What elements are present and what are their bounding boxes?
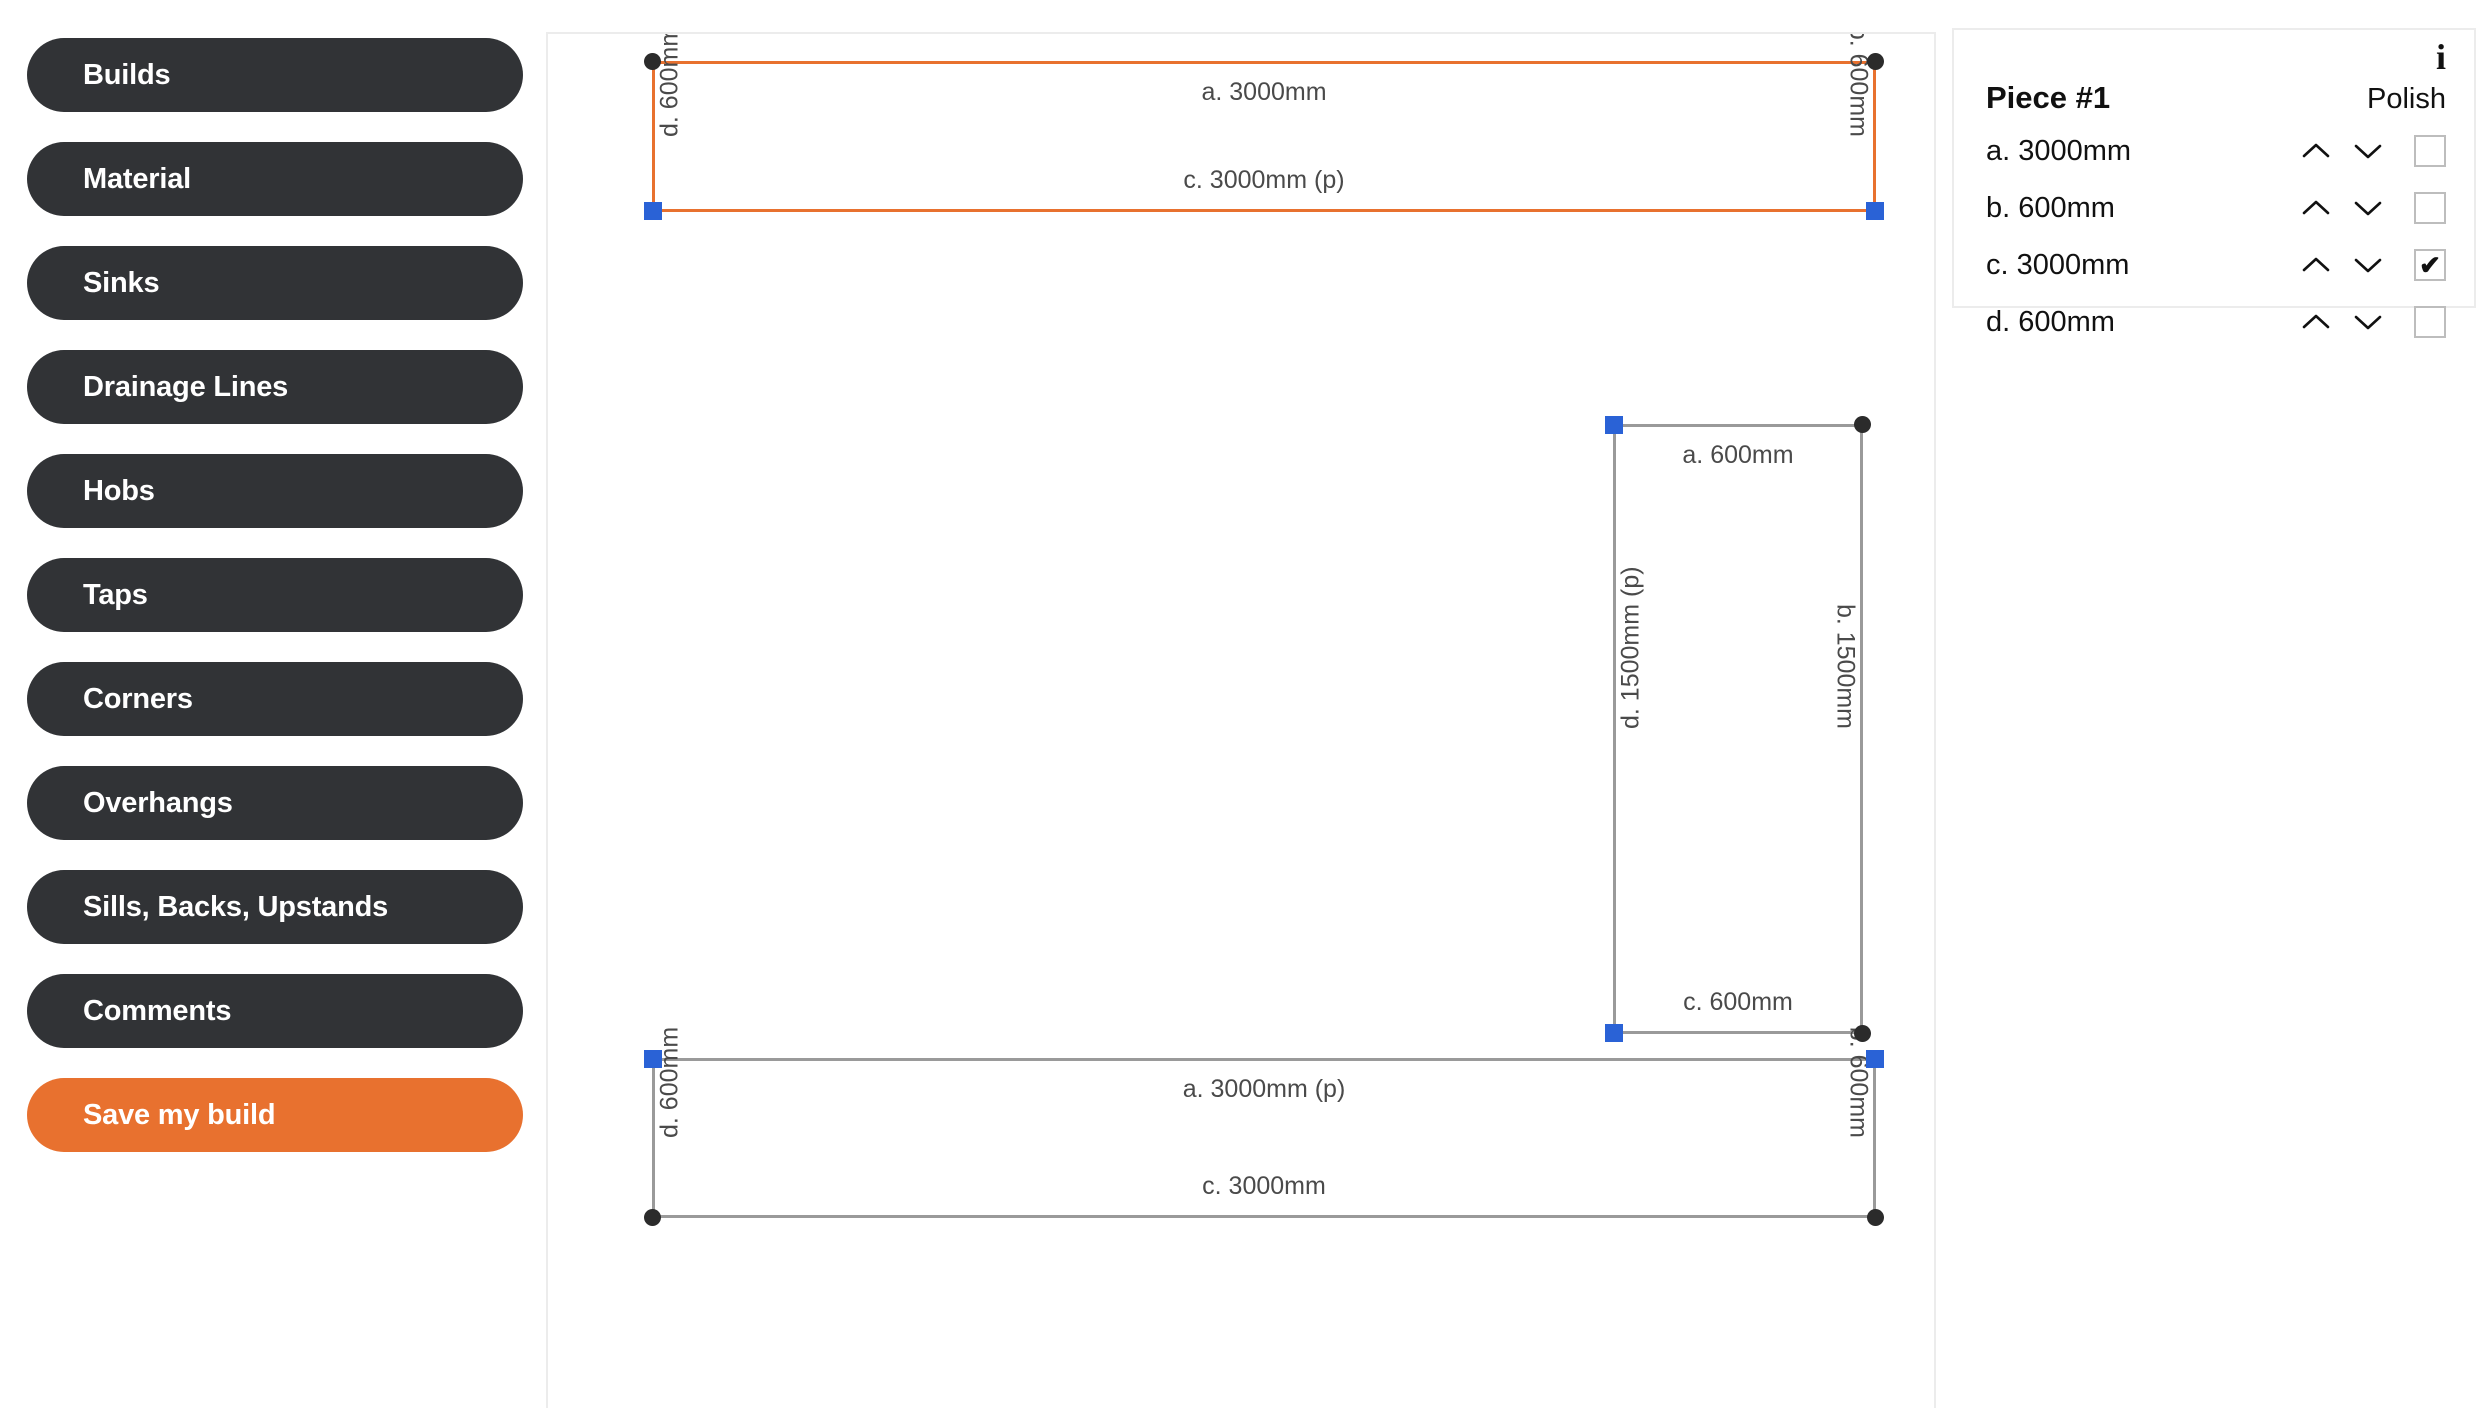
piece-1-shape[interactable]: a. 3000mm b. 600mm c. 3000mm (p) d. 600m… [644,34,1884,220]
piece-1-edge-c[interactable] [652,209,1876,212]
dimension-row-c: c. 3000mm ✔ [1954,243,2474,287]
piece-1-handle-top-right[interactable] [1867,53,1884,70]
polish-column-header: Polish [2367,83,2446,115]
decrease-a-chevron-down-icon[interactable] [2348,131,2388,171]
decrease-b-chevron-down-icon[interactable] [2348,188,2388,228]
polish-checkbox-b[interactable] [2414,192,2446,224]
increase-d-chevron-up-icon[interactable] [2296,302,2336,342]
sidebar-item-builds[interactable]: Builds [27,38,523,112]
decrease-c-chevron-down-icon[interactable] [2348,245,2388,285]
sidebar-item-hobs[interactable]: Hobs [27,454,523,528]
piece-3-label-d: d. 600mm [655,1026,684,1138]
piece-1-handle-bottom-right[interactable] [1866,202,1884,220]
piece-2-handle-bottom-right[interactable] [1854,1025,1871,1042]
piece-2-label-a: a. 600mm [1682,441,1794,469]
panel-title: Piece #1 [1986,80,2111,115]
piece-1-label-d: d. 600mm [655,32,684,137]
sidebar-item-label: Builds [83,58,171,91]
dimension-label-c: c. 3000mm [1986,248,2130,281]
sidebar: Builds Material Sinks Drainage Lines Hob… [0,0,546,1408]
dimension-row-a: a. 3000mm [1954,129,2474,173]
polish-checkbox-c[interactable]: ✔ [2414,249,2446,281]
sidebar-item-label: Overhangs [83,786,233,819]
piece-details-panel: i Piece #1 Polish a. 3000mm b. 600mm c. … [1952,28,2476,338]
piece-2-label-c: c. 600mm [1683,988,1793,1016]
piece-1-handle-top-left[interactable] [644,53,661,70]
sidebar-item-taps[interactable]: Taps [27,558,523,632]
piece-2-handle-top-right[interactable] [1854,416,1871,433]
dimension-row-b: b. 600mm [1954,186,2474,230]
sidebar-item-label: Corners [83,682,193,715]
sidebar-item-comments[interactable]: Comments [27,974,523,1048]
piece-1-label-b: b. 600mm [1844,32,1873,137]
dimension-label-b: b. 600mm [1986,191,2115,224]
polish-checkbox-a[interactable] [2414,135,2446,167]
polish-checkbox-d[interactable] [2414,306,2446,338]
piece-2-shape[interactable]: a. 600mm b. 1500mm c. 600mm d. 1500mm (p… [1605,416,1871,1042]
sidebar-item-label: Hobs [83,474,155,507]
increase-a-chevron-up-icon[interactable] [2296,131,2336,171]
save-my-build-button[interactable]: Save my build [27,1078,523,1152]
piece-3-handle-top-right[interactable] [1866,1050,1884,1068]
piece-3-handle-bottom-right[interactable] [1867,1209,1884,1226]
piece-3-edge-a[interactable] [652,1058,1876,1061]
piece-1-label-c: c. 3000mm (p) [1183,166,1345,194]
sidebar-item-material[interactable]: Material [27,142,523,216]
dimension-row-d: d. 600mm [1954,300,2474,344]
worktop-canvas[interactable]: a. 3000mm b. 600mm c. 3000mm (p) d. 600m… [546,32,1936,1408]
increase-c-chevron-up-icon[interactable] [2296,245,2336,285]
sidebar-item-label: Taps [83,578,148,611]
piece-2-edge-c[interactable] [1613,1031,1863,1034]
piece-3-label-a: a. 3000mm (p) [1182,1075,1346,1103]
piece-2-label-d: d. 1500mm (p) [1616,566,1645,729]
dimension-label-d: d. 600mm [1986,305,2115,338]
save-button-label: Save my build [83,1098,276,1131]
piece-2-edge-d[interactable] [1613,424,1616,1034]
piece-1-label-a: a. 3000mm [1201,78,1327,106]
piece-3-edge-c[interactable] [652,1215,1876,1218]
piece-2-label-b: b. 1500mm [1831,603,1860,729]
dimension-label-a: a. 3000mm [1986,134,2132,167]
sidebar-item-label: Material [83,162,191,195]
piece-1-edge-a[interactable] [652,61,1876,64]
piece-2-edge-b[interactable] [1860,424,1863,1034]
sidebar-item-label: Drainage Lines [83,370,289,403]
sidebar-item-label: Sills, Backs, Upstands [83,890,389,923]
sidebar-item-corners[interactable]: Corners [27,662,523,736]
piece-3-label-c: c. 3000mm [1202,1172,1326,1200]
piece-2-handle-bottom-left[interactable] [1605,1024,1623,1042]
piece-3-handle-bottom-left[interactable] [644,1209,661,1226]
piece-3-label-b: b. 600mm [1844,1026,1873,1138]
piece-1-handle-bottom-left[interactable] [644,202,662,220]
info-icon[interactable]: i [2436,36,2446,78]
checkmark-icon: ✔ [2419,250,2441,280]
panel-header: Piece #1 Polish [1954,30,2474,116]
piece-3-handle-top-left[interactable] [644,1050,662,1068]
sidebar-item-label: Comments [83,994,232,1027]
piece-2-edge-a[interactable] [1613,424,1863,427]
increase-b-chevron-up-icon[interactable] [2296,188,2336,228]
decrease-d-chevron-down-icon[interactable] [2348,302,2388,342]
sidebar-item-sills-backs-upstands[interactable]: Sills, Backs, Upstands [27,870,523,944]
sidebar-item-label: Sinks [83,266,160,299]
sidebar-item-overhangs[interactable]: Overhangs [27,766,523,840]
sidebar-item-drainage-lines[interactable]: Drainage Lines [27,350,523,424]
sidebar-item-sinks[interactable]: Sinks [27,246,523,320]
piece-2-handle-top-left[interactable] [1605,416,1623,434]
piece-3-shape[interactable]: a. 3000mm (p) b. 600mm c. 3000mm d. 600m… [644,1027,1884,1226]
